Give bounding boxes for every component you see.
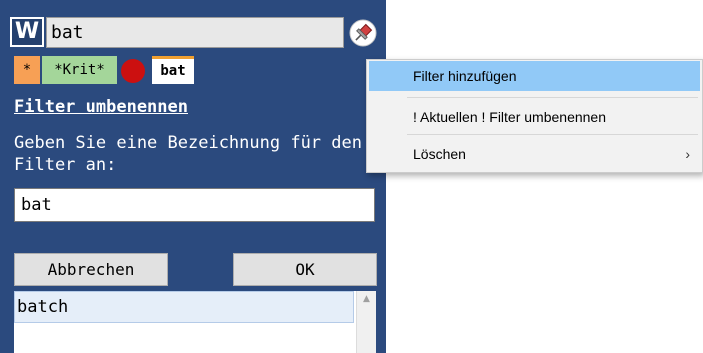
chevron-right-icon: › bbox=[685, 146, 690, 162]
menu-separator bbox=[407, 97, 698, 98]
tab-all[interactable]: * bbox=[14, 56, 40, 84]
menu-item-rename-filter[interactable]: ! Aktuellen ! Filter umbenennen bbox=[369, 102, 700, 132]
suggestion-list: batch ▲ bbox=[14, 291, 376, 353]
tab-krit[interactable]: *Krit* bbox=[42, 56, 117, 84]
filter-panel: W bat * *Krit* bat Filter umbenennen Geb… bbox=[0, 0, 386, 353]
dialog-title: Filter umbenennen bbox=[14, 97, 188, 117]
red-dot-icon[interactable] bbox=[121, 59, 145, 83]
menu-item-add-filter[interactable]: Filter hinzufügen bbox=[369, 61, 700, 91]
scrollbar[interactable]: ▲ bbox=[356, 291, 376, 353]
cancel-button[interactable]: Abbrechen bbox=[14, 253, 168, 286]
pin-icon[interactable] bbox=[348, 18, 378, 48]
ok-button[interactable]: OK bbox=[233, 253, 377, 286]
menu-separator bbox=[407, 134, 698, 135]
menu-item-delete[interactable]: Löschen › bbox=[369, 139, 700, 169]
menu-item-delete-label: Löschen bbox=[413, 146, 466, 162]
search-input[interactable]: bat bbox=[46, 17, 344, 48]
dialog-description: Geben Sie eine Bezeichnung für den Filte… bbox=[14, 133, 362, 175]
tab-bat[interactable]: bat bbox=[152, 56, 194, 84]
scroll-up-arrow-icon[interactable]: ▲ bbox=[357, 291, 376, 308]
list-item[interactable]: batch bbox=[14, 291, 354, 323]
filter-name-input[interactable]: bat bbox=[14, 188, 375, 222]
context-menu: Filter hinzufügen ! Aktuellen ! Filter u… bbox=[366, 59, 703, 173]
app-logo: W bbox=[10, 17, 44, 47]
